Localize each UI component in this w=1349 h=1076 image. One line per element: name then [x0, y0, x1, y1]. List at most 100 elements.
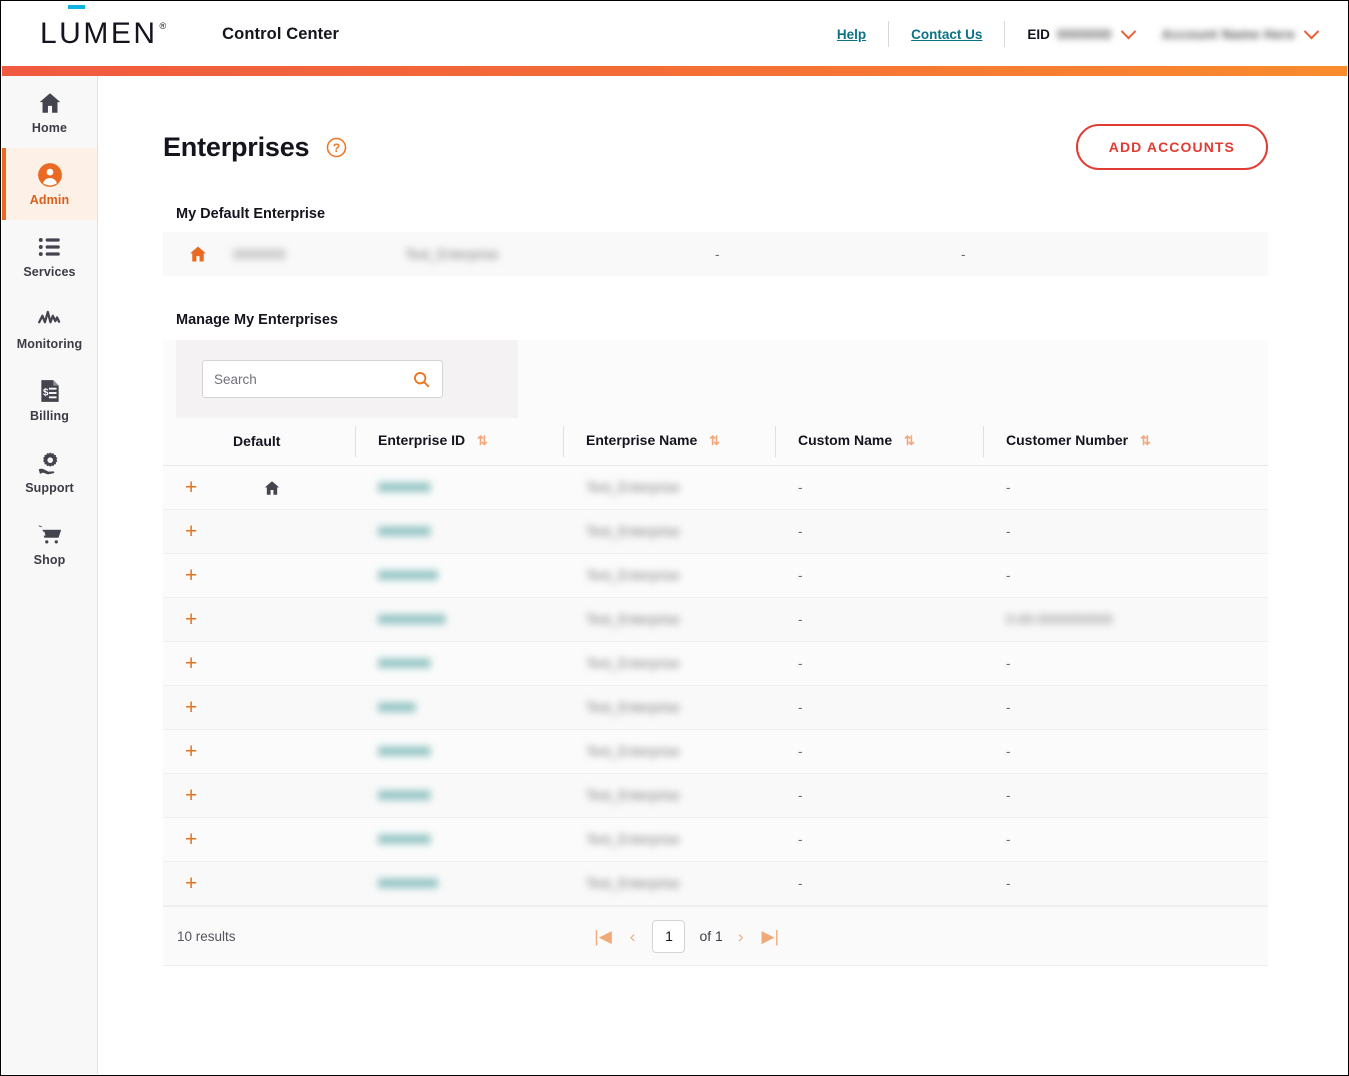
- cell-default: [233, 553, 355, 598]
- table-row[interactable]: +00000 Test_Enterprise - -: [163, 685, 1268, 730]
- cell-enterprise-name: Test_Enterprise: [563, 641, 775, 686]
- cell-enterprise-id[interactable]: 0000000: [355, 729, 563, 774]
- cell-customer-number: -: [983, 509, 1268, 554]
- app-window: LUMEN ® Control Center Help Contact Us E…: [0, 0, 1349, 1076]
- cell-enterprise-id[interactable]: 00000000: [355, 553, 563, 598]
- sort-icon-enterprise-id[interactable]: ⇅: [477, 433, 488, 448]
- sidebar-item-admin[interactable]: Admin: [2, 148, 97, 220]
- account-selector[interactable]: Account Name Here: [1144, 23, 1321, 42]
- chevron-down-icon[interactable]: [1120, 23, 1136, 39]
- table-row[interactable]: +000000000 Test_Enterprise - 0-00-000000000…: [163, 597, 1268, 642]
- search-icon[interactable]: [412, 370, 431, 389]
- sidebar-item-home[interactable]: Home: [2, 76, 97, 148]
- plus-icon[interactable]: +: [185, 873, 197, 894]
- cell-enterprise-name: Test_Enterprise: [563, 773, 775, 818]
- sidebar-item-shop[interactable]: Shop: [2, 508, 97, 580]
- default-custom-name: -: [715, 246, 720, 262]
- cell-enterprise-id[interactable]: 0000000: [355, 465, 563, 510]
- cell-enterprise-id[interactable]: 0000000: [355, 509, 563, 554]
- question-circle-icon[interactable]: ?: [326, 137, 347, 158]
- cell-enterprise-id[interactable]: 0000000: [355, 817, 563, 862]
- enterprise-id-link[interactable]: 0000000: [378, 480, 431, 495]
- enterprise-id-link[interactable]: 0000000: [378, 656, 431, 671]
- plus-icon[interactable]: +: [185, 521, 197, 542]
- cell-customer-number: -: [983, 641, 1268, 686]
- plus-icon[interactable]: +: [185, 697, 197, 718]
- cell-enterprise-id[interactable]: 000000000: [355, 597, 563, 642]
- page-number-input[interactable]: [652, 919, 686, 953]
- enterprise-id-link[interactable]: 00000000: [378, 568, 438, 583]
- th-customer-number[interactable]: Customer Number ⇅: [983, 418, 1268, 466]
- search-input[interactable]: [214, 371, 412, 387]
- help-link[interactable]: Help: [815, 27, 888, 42]
- expand-row-button[interactable]: +: [163, 597, 233, 642]
- expand-row-button[interactable]: +: [163, 465, 233, 510]
- sidebar-item-billing[interactable]: $ Billing: [2, 364, 97, 436]
- enterprise-id-link[interactable]: 0000000: [378, 832, 431, 847]
- expand-row-button[interactable]: +: [163, 509, 233, 554]
- cell-enterprise-id[interactable]: 0000000: [355, 773, 563, 818]
- th-enterprise-name[interactable]: Enterprise Name ⇅: [563, 418, 775, 466]
- sidebar-item-monitoring[interactable]: Monitoring: [2, 292, 97, 364]
- sort-icon-enterprise-name[interactable]: ⇅: [709, 433, 720, 448]
- th-label-default: Default: [233, 432, 281, 449]
- home-icon: [37, 90, 63, 116]
- expand-row-button[interactable]: +: [163, 553, 233, 598]
- table-row[interactable]: +0000000 Test_Enterprise - -: [163, 465, 1268, 510]
- logo-wordmark: LUMEN: [40, 17, 158, 50]
- th-enterprise-id[interactable]: Enterprise ID ⇅: [355, 418, 563, 466]
- expand-row-button[interactable]: +: [163, 641, 233, 686]
- prev-page-button[interactable]: ‹: [623, 928, 643, 945]
- plus-icon[interactable]: +: [185, 477, 197, 498]
- cell-enterprise-id[interactable]: 0000000: [355, 641, 563, 686]
- enterprise-name-value: Test_Enterprise: [586, 656, 680, 671]
- plus-icon[interactable]: +: [185, 653, 197, 674]
- cell-enterprise-id[interactable]: 00000: [355, 685, 563, 730]
- enterprise-id-link[interactable]: 0000000: [378, 524, 431, 539]
- table-row[interactable]: +00000000 Test_Enterprise - -: [163, 861, 1268, 906]
- cell-custom-name: -: [775, 773, 983, 818]
- sort-icon-customer-number[interactable]: ⇅: [1140, 433, 1151, 448]
- enterprise-id-link[interactable]: 000000000: [378, 612, 446, 627]
- expand-row-button[interactable]: +: [163, 817, 233, 862]
- last-page-button[interactable]: ▶|: [755, 928, 787, 945]
- th-custom-name[interactable]: Custom Name ⇅: [775, 418, 983, 466]
- table-row[interactable]: +0000000 Test_Enterprise - -: [163, 509, 1268, 554]
- plus-icon[interactable]: +: [185, 741, 197, 762]
- plus-icon[interactable]: +: [185, 829, 197, 850]
- enterprise-id-link[interactable]: 0000000: [378, 788, 431, 803]
- sidebar-item-support[interactable]: Support: [2, 436, 97, 508]
- table-row[interactable]: +0000000 Test_Enterprise - -: [163, 773, 1268, 818]
- contact-us-link[interactable]: Contact Us: [889, 27, 1004, 42]
- default-enterprise-row[interactable]: 0000000 Test_Enterprise - -: [163, 232, 1268, 276]
- expand-row-button[interactable]: +: [163, 773, 233, 818]
- cell-enterprise-name: Test_Enterprise: [563, 597, 775, 642]
- sidebar-item-services[interactable]: Services: [2, 220, 97, 292]
- lumen-logo[interactable]: LUMEN ®: [40, 5, 166, 50]
- table-row[interactable]: +0000000 Test_Enterprise - -: [163, 817, 1268, 862]
- eid-selector[interactable]: EID 0000000: [1005, 23, 1143, 42]
- expand-row-button[interactable]: +: [163, 729, 233, 774]
- plus-icon[interactable]: +: [185, 785, 197, 806]
- enterprise-id-link[interactable]: 0000000: [378, 744, 431, 759]
- table-row[interactable]: +0000000 Test_Enterprise - -: [163, 641, 1268, 686]
- enterprise-id-link[interactable]: 00000: [378, 700, 416, 715]
- sort-icon-custom-name[interactable]: ⇅: [904, 433, 915, 448]
- expand-row-button[interactable]: +: [163, 685, 233, 730]
- chevron-down-icon[interactable]: [1303, 23, 1320, 39]
- next-page-button[interactable]: ›: [731, 928, 751, 945]
- enterprise-id-link[interactable]: 00000000: [378, 876, 438, 891]
- cell-custom-name: -: [775, 817, 983, 862]
- table-row[interactable]: +00000000 Test_Enterprise - -: [163, 553, 1268, 598]
- first-page-button[interactable]: |◀: [587, 928, 619, 945]
- table-row[interactable]: +0000000 Test_Enterprise - -: [163, 729, 1268, 774]
- manage-enterprises-section-label: Manage My Enterprises: [176, 312, 338, 328]
- search-field-wrapper[interactable]: [202, 360, 443, 398]
- add-accounts-button[interactable]: ADD ACCOUNTS: [1075, 124, 1268, 170]
- cell-enterprise-id[interactable]: 00000000: [355, 861, 563, 906]
- sidebar-label-shop: Shop: [33, 552, 66, 567]
- plus-icon[interactable]: +: [185, 609, 197, 630]
- expand-row-button[interactable]: +: [163, 861, 233, 906]
- cell-default: [233, 861, 355, 906]
- plus-icon[interactable]: +: [185, 565, 197, 586]
